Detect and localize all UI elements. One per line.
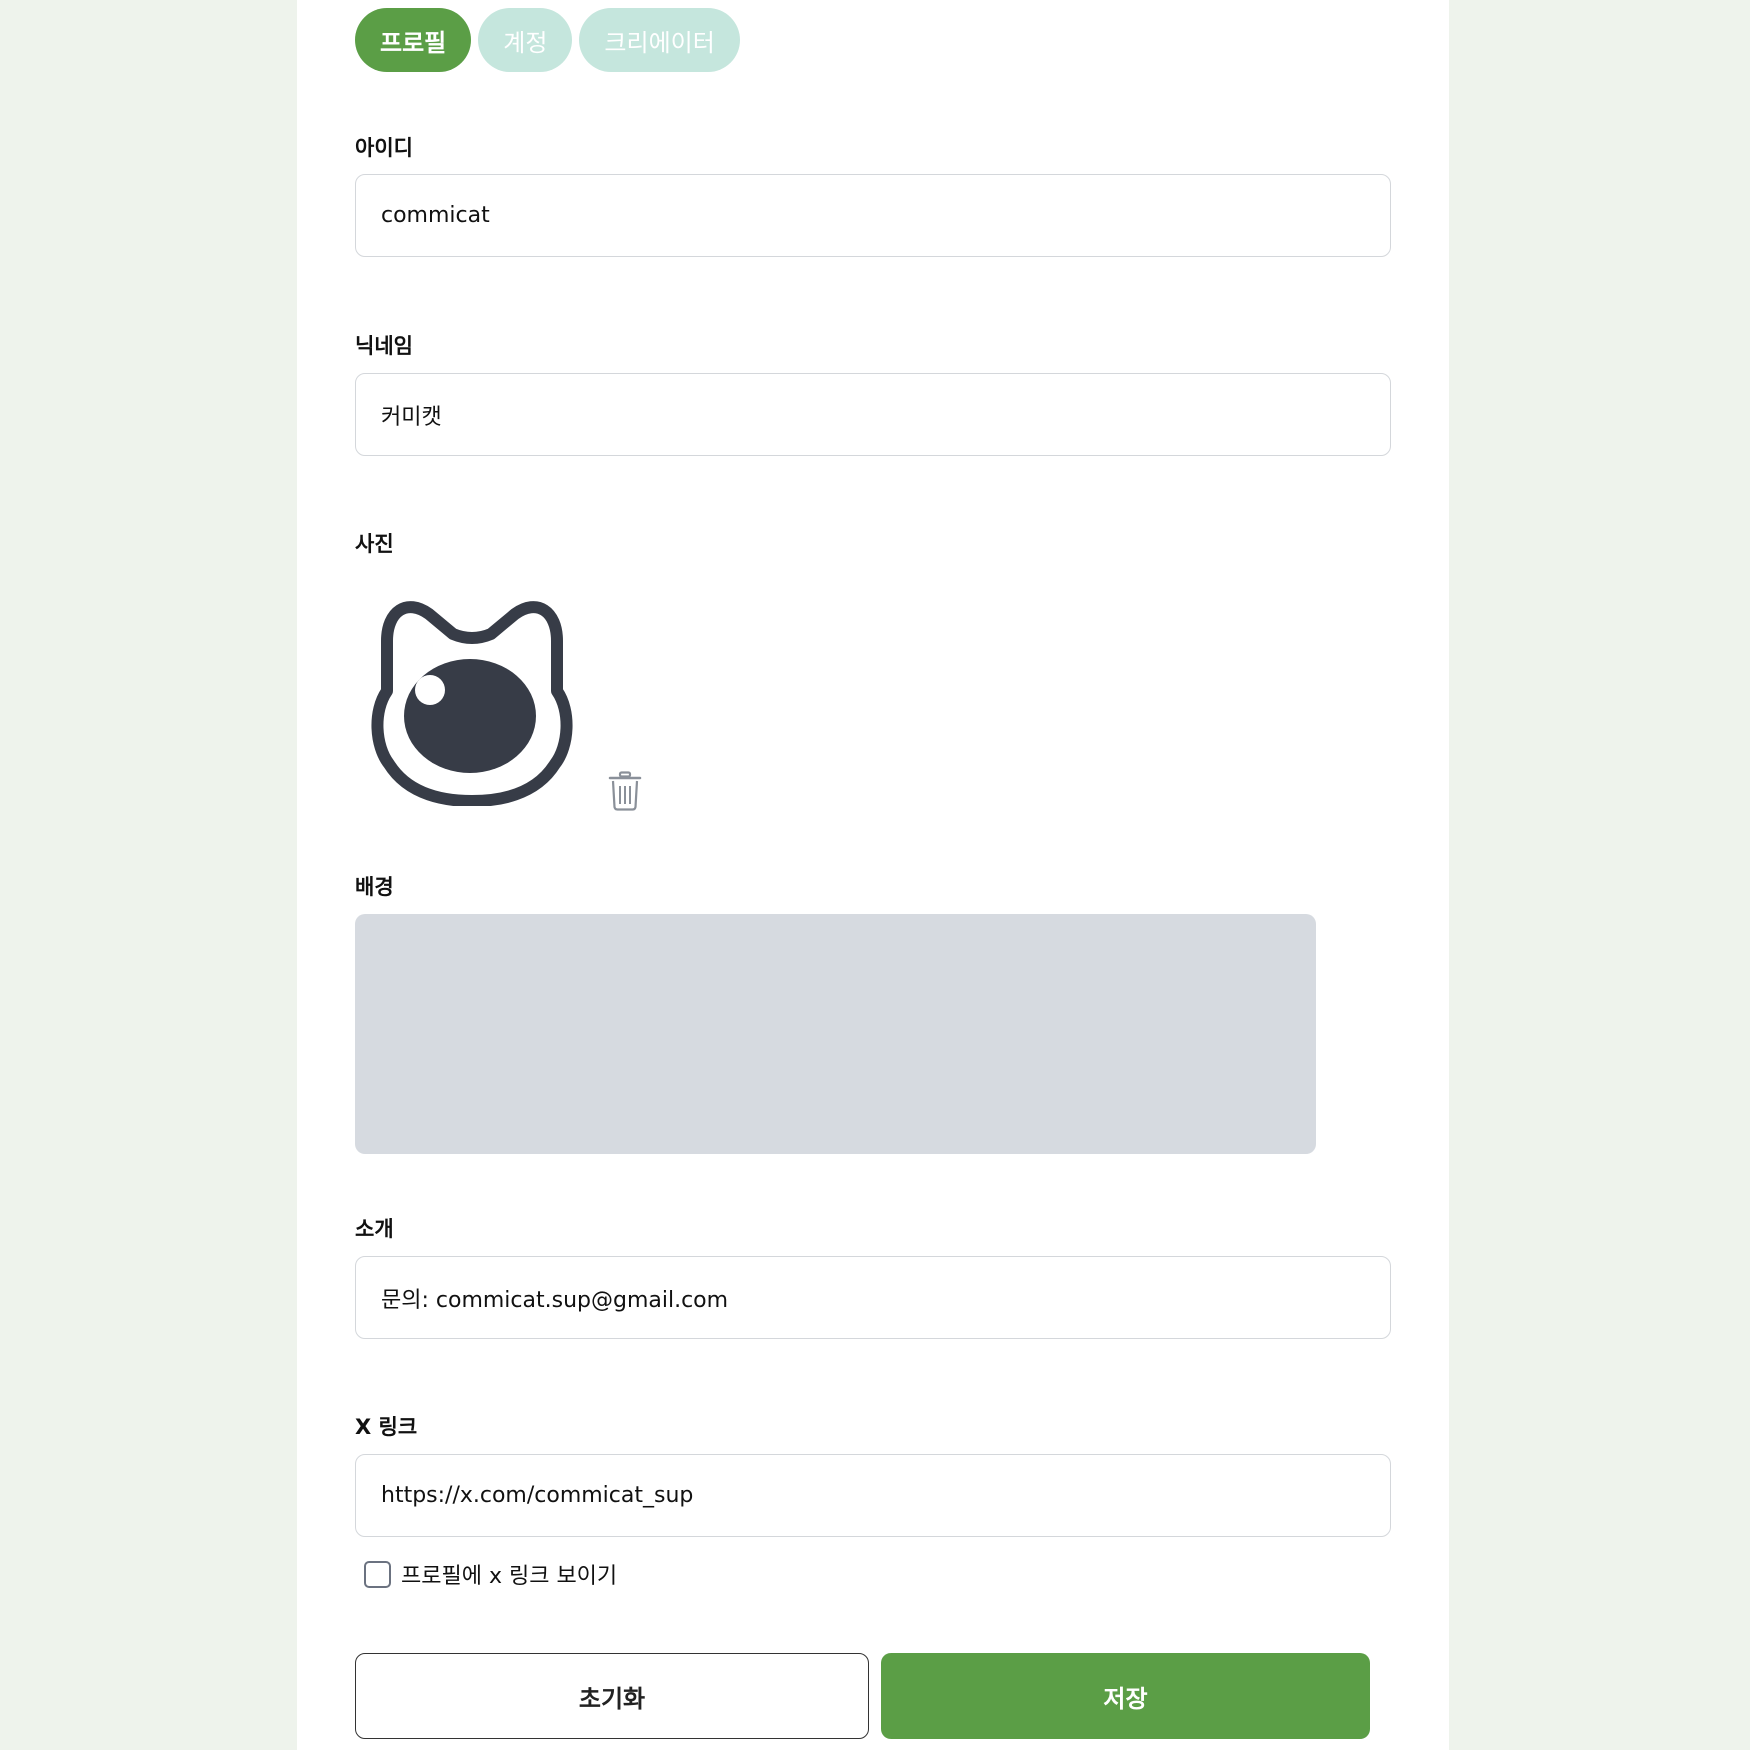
x-link-label: X 링크 xyxy=(355,1415,418,1439)
settings-tabs: 프로필 계정 크리에이터 xyxy=(355,8,740,72)
nickname-label: 닉네임 xyxy=(355,334,413,358)
reset-button[interactable]: 초기화 xyxy=(355,1653,869,1739)
show-x-link-label: 프로필에 x 링크 보이기 xyxy=(401,1564,618,1589)
save-button[interactable]: 저장 xyxy=(881,1653,1370,1739)
x-link-field[interactable]: https://x.com/commicat_sup xyxy=(355,1454,1391,1537)
delete-photo-button[interactable] xyxy=(608,771,642,811)
intro-label: 소개 xyxy=(355,1217,394,1241)
trash-icon xyxy=(608,771,642,811)
show-x-link-checkbox[interactable] xyxy=(364,1560,391,1588)
show-x-link-toggle[interactable]: 프로필에 x 링크 보이기 xyxy=(364,1558,617,1590)
tab-account[interactable]: 계정 xyxy=(478,8,573,72)
id-label: 아이디 xyxy=(355,136,413,160)
avatar[interactable] xyxy=(367,596,577,807)
id-value: commicat xyxy=(381,203,490,228)
tab-creator[interactable]: 크리에이터 xyxy=(579,8,740,72)
background-label: 배경 xyxy=(355,875,394,899)
cat-face-icon xyxy=(371,601,573,807)
nickname-value: 커미캣 xyxy=(381,404,442,430)
x-link-value: https://x.com/commicat_sup xyxy=(381,1483,694,1508)
nickname-field[interactable]: 커미캣 xyxy=(355,373,1391,456)
intro-value: 문의: commicat.sup@gmail.com xyxy=(381,1287,729,1313)
intro-field[interactable]: 문의: commicat.sup@gmail.com xyxy=(355,1256,1391,1339)
background-image-placeholder[interactable] xyxy=(355,914,1316,1154)
profile-settings-panel: 프로필 계정 크리에이터 아이디 commicat 닉네임 커미캣 사진 배경 … xyxy=(297,0,1449,1750)
id-field[interactable]: commicat xyxy=(355,174,1391,257)
photo-label: 사진 xyxy=(355,532,394,556)
tab-profile[interactable]: 프로필 xyxy=(355,8,472,72)
